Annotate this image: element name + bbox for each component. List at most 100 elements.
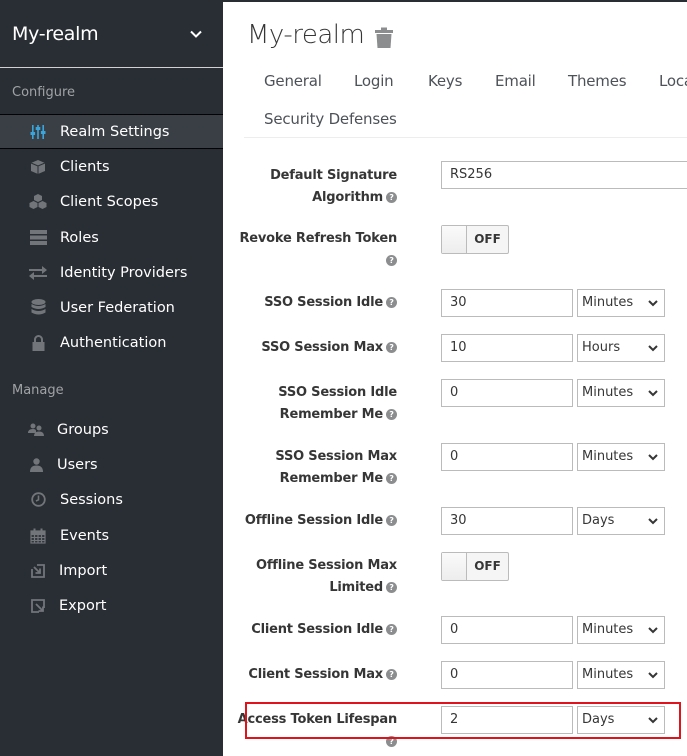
toggle-state: OFF [474, 559, 501, 573]
default-signature-algorithm-select[interactable]: RS256 [441, 161, 687, 189]
database-icon [29, 299, 47, 317]
field-label: SSO Session Max Remember Me? [275, 449, 397, 486]
help-icon[interactable]: ? [386, 192, 397, 203]
sidebar-item-label: Groups [57, 421, 109, 438]
sidebar-item-users[interactable]: Users [0, 447, 223, 482]
sidebar-item-label: Identity Providers [60, 264, 188, 281]
cube-icon [29, 158, 47, 176]
field-label: Client Session Max? [227, 664, 397, 686]
sso-session-max-unit-select[interactable]: Hours [577, 334, 665, 362]
client-session-idle-unit-select[interactable]: Minutes [577, 616, 665, 644]
import-icon [29, 562, 47, 580]
sso-session-idle-unit-select[interactable]: Minutes [577, 289, 665, 317]
lock-icon [29, 334, 47, 352]
select-value: Minutes [582, 295, 634, 310]
offline-session-max-limited-toggle[interactable]: OFF [441, 552, 509, 581]
sidebar-item-label: Import [59, 562, 108, 579]
section-label-configure: Configure [12, 85, 76, 100]
exchange-icon [29, 264, 47, 282]
page-title: My-realm [247, 20, 365, 50]
clock-icon [29, 491, 47, 509]
sidebar-item-label: Sessions [60, 491, 123, 508]
user-icon [27, 456, 45, 474]
client-session-max-input[interactable]: 0 [441, 661, 573, 689]
sidebar-item-roles[interactable]: Roles [0, 220, 223, 255]
tab-localization[interactable]: Loca [659, 72, 687, 90]
sidebar-item-user-federation[interactable]: User Federation [0, 290, 223, 325]
select-value: Minutes [582, 449, 634, 464]
select-value: Days [582, 513, 615, 528]
sidebar-item-events[interactable]: Events [0, 518, 223, 553]
revoke-refresh-token-toggle[interactable]: OFF [441, 225, 509, 254]
sso-session-max-remember-me-input[interactable]: 0 [441, 443, 573, 471]
field-label: Offline Session Idle? [227, 510, 397, 532]
sidebar-item-label: Roles [60, 229, 99, 246]
sidebar-item-realm-settings[interactable]: Realm Settings [0, 114, 223, 149]
tab-themes[interactable]: Themes [568, 72, 627, 90]
main-content: My-realm General Login Keys Email Themes… [223, 0, 687, 756]
chevron-down-icon [648, 300, 658, 307]
sidebar-item-label: Authentication [60, 334, 167, 351]
select-value: Hours [582, 340, 621, 355]
chevron-down-icon [648, 518, 658, 525]
help-icon[interactable]: ? [386, 473, 397, 484]
sidebar-item-identity-providers[interactable]: Identity Providers [0, 255, 223, 290]
sso-session-idle-input[interactable]: 30 [441, 289, 573, 317]
field-label: SSO Session Idle? [227, 292, 397, 314]
sidebar-item-label: Clients [60, 158, 110, 175]
client-session-max-unit-select[interactable]: Minutes [577, 661, 665, 689]
help-icon[interactable]: ? [386, 297, 397, 308]
help-icon[interactable]: ? [386, 342, 397, 353]
tab-email[interactable]: Email [495, 72, 536, 90]
tab-login[interactable]: Login [354, 72, 394, 90]
help-icon[interactable]: ? [386, 669, 397, 680]
sso-session-max-remember-me-unit-select[interactable]: Minutes [577, 443, 665, 471]
sidebar-item-label: Users [57, 456, 98, 473]
tabs-divider [244, 137, 687, 138]
sso-session-max-input[interactable]: 10 [441, 334, 573, 362]
toggle-knob [442, 226, 467, 253]
help-icon[interactable]: ? [386, 582, 397, 593]
trash-icon[interactable] [374, 27, 394, 49]
sidebar-item-clients[interactable]: Clients [0, 149, 223, 184]
calendar-icon [29, 527, 47, 545]
help-icon[interactable]: ? [386, 624, 397, 635]
sso-session-idle-remember-me-input[interactable]: 0 [441, 379, 573, 407]
sidebar-item-client-scopes[interactable]: Client Scopes [0, 184, 223, 219]
sidebar-item-authentication[interactable]: Authentication [0, 325, 223, 360]
sidebar-item-label: Client Scopes [60, 193, 159, 210]
field-label: Client Session Idle? [227, 619, 397, 641]
select-value: Minutes [582, 622, 634, 637]
chevron-down-icon [190, 30, 202, 38]
sidebar-item-sessions[interactable]: Sessions [0, 482, 223, 517]
sidebar-item-label: Events [60, 527, 110, 544]
sidebar-item-label: Realm Settings [60, 123, 170, 140]
sidebar-item-import[interactable]: Import [0, 553, 223, 588]
sliders-icon [29, 123, 47, 141]
chevron-down-icon [648, 454, 658, 461]
help-icon[interactable]: ? [386, 515, 397, 526]
realm-selector[interactable]: My-realm [0, 0, 223, 68]
client-session-idle-input[interactable]: 0 [441, 616, 573, 644]
chevron-down-icon [648, 672, 658, 679]
highlight-annotation [245, 702, 681, 739]
cubes-icon [29, 193, 47, 211]
toggle-knob [442, 553, 467, 580]
sidebar-item-label: User Federation [60, 299, 175, 316]
toggle-state: OFF [474, 232, 501, 246]
help-icon[interactable]: ? [386, 255, 397, 266]
sso-session-idle-remember-me-unit-select[interactable]: Minutes [577, 379, 665, 407]
chevron-down-icon [648, 345, 658, 352]
section-label-manage: Manage [12, 383, 64, 398]
tab-general[interactable]: General [264, 72, 322, 90]
offline-session-idle-unit-select[interactable]: Days [577, 507, 665, 535]
tab-security-defenses[interactable]: Security Defenses [264, 110, 397, 128]
sidebar-item-export[interactable]: Export [0, 588, 223, 623]
select-value: Minutes [582, 385, 634, 400]
offline-session-idle-input[interactable]: 30 [441, 507, 573, 535]
help-icon[interactable]: ? [386, 409, 397, 420]
sidebar-item-groups[interactable]: Groups [0, 412, 223, 447]
sidebar-item-label: Export [59, 597, 107, 614]
tab-keys[interactable]: Keys [428, 72, 462, 90]
chevron-down-icon [648, 627, 658, 634]
